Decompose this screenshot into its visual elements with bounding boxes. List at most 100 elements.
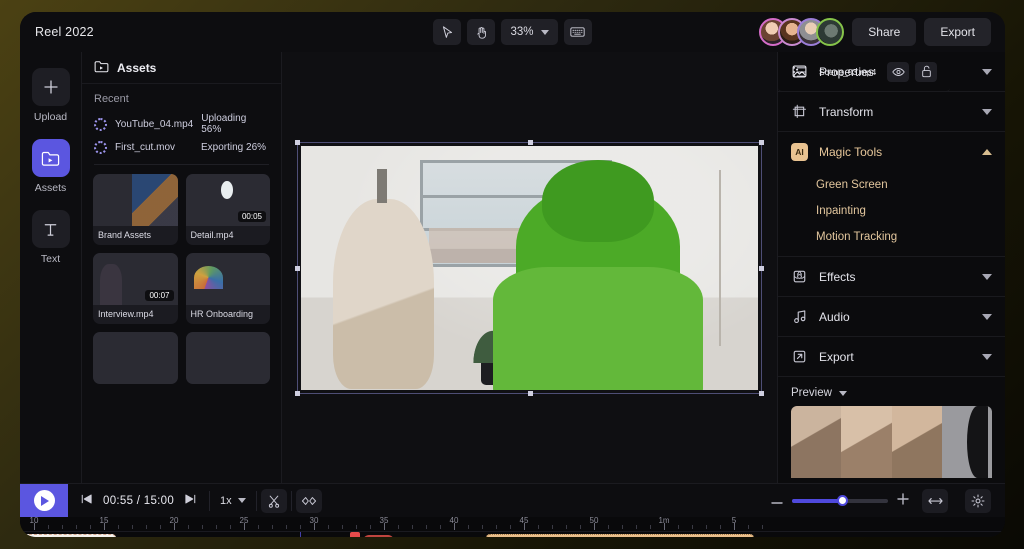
divider xyxy=(290,490,292,511)
rail-item-assets[interactable]: Assets xyxy=(31,139,70,194)
left-rail: Upload Assets Text xyxy=(20,52,82,483)
preview-thumbnails[interactable] xyxy=(791,406,992,478)
rail-item-text[interactable]: Text xyxy=(31,210,70,265)
avatar[interactable] xyxy=(816,18,845,46)
inspector-clip-row[interactable]: Scene_03.mp4 xyxy=(778,52,951,92)
inspector-clip-name: Scene_03.mp4 xyxy=(819,66,877,77)
project-title: Reel 2022 xyxy=(35,25,94,39)
magic-tool-green-screen[interactable]: Green Screen xyxy=(778,172,1005,198)
hand-icon[interactable] xyxy=(467,19,496,45)
timeline-ruler[interactable]: 10 15 20 25 30 35 40 45 50 1m 5 xyxy=(20,517,1005,532)
asset-caption: HR Onboarding xyxy=(190,309,254,319)
asset-card[interactable] xyxy=(185,332,270,384)
image-icon xyxy=(791,64,808,79)
preview-thumbnail xyxy=(791,406,842,478)
chevron-down-icon xyxy=(540,29,549,35)
keyboard-icon[interactable] xyxy=(563,19,592,45)
recent-item-0[interactable]: YouTube_04.mp4 Uploading 56% xyxy=(82,111,281,139)
minus-icon[interactable] xyxy=(771,492,783,510)
resize-handle[interactable] xyxy=(759,139,764,145)
asset-card[interactable]: HR Onboarding xyxy=(185,253,270,324)
asset-duration: 00:05 xyxy=(237,211,266,222)
cursor-arrow-icon[interactable] xyxy=(433,19,462,45)
preview-label: Preview xyxy=(791,387,832,399)
resize-handle[interactable] xyxy=(295,265,300,271)
inspector-section-label: Effects xyxy=(819,269,856,284)
rail-label-text: Text xyxy=(40,253,61,265)
asset-thumbnail: 00:05 xyxy=(185,174,270,226)
resize-handle[interactable] xyxy=(527,139,533,145)
inspector-clip-actions xyxy=(887,61,938,82)
resize-handle[interactable] xyxy=(759,390,764,396)
background-pole xyxy=(719,169,722,346)
eye-icon[interactable] xyxy=(887,61,910,82)
recent-item-1[interactable]: First_cut.mov Exporting 26% xyxy=(82,139,281,158)
recent-item-status: Uploading 56% xyxy=(201,113,247,135)
playback-speed-select[interactable]: 1x xyxy=(210,495,256,507)
collaborator-avatars[interactable] xyxy=(759,18,845,46)
inspector-section-label: Magic Tools xyxy=(819,145,883,159)
scissors-icon[interactable] xyxy=(260,488,287,513)
asset-card[interactable]: 00:05 Detail.mp4 xyxy=(185,174,270,245)
chevron-down-icon xyxy=(237,498,246,503)
asset-card[interactable]: 00:07 Interview.mp4 xyxy=(93,253,178,324)
rail-item-upload[interactable]: Upload xyxy=(31,68,70,123)
asset-caption: Detail.mp4 xyxy=(190,230,234,240)
playhead[interactable] xyxy=(350,532,360,537)
text-t-icon xyxy=(31,210,70,248)
canvas-stage[interactable] xyxy=(282,52,777,483)
magic-tool-motion-tracking[interactable]: Motion Tracking xyxy=(778,224,1005,250)
inspector-section-magic-tools[interactable]: AI Magic Tools xyxy=(778,132,1005,172)
ruler-tick-label: 25 xyxy=(239,517,249,525)
timeline-tracks-area[interactable]: 10 15 20 25 30 35 40 45 50 1m 5 xyxy=(20,517,1005,537)
zoom-level-select[interactable]: 33% xyxy=(501,19,558,45)
inspector-section-export[interactable]: Export xyxy=(778,337,1005,377)
inspector-section-audio[interactable]: Audio xyxy=(778,297,1005,337)
ruler-tick-label: 10 xyxy=(29,517,39,525)
timeline-track[interactable]: Green Screen Video xyxy=(20,532,1005,537)
skip-back-icon[interactable] xyxy=(80,492,93,510)
chevron-down-icon xyxy=(982,273,992,280)
asset-card[interactable] xyxy=(93,332,178,384)
asset-thumbnail xyxy=(185,253,270,305)
asset-caption: Brand Assets xyxy=(98,230,152,240)
chevron-down-icon xyxy=(982,108,992,115)
unlock-icon[interactable] xyxy=(915,61,938,82)
asset-caption: Interview.mp4 xyxy=(98,309,154,319)
plus-icon[interactable] xyxy=(897,492,909,510)
assets-panel-title: Assets xyxy=(117,60,157,75)
magic-tool-inpainting[interactable]: Inpainting xyxy=(778,198,1005,224)
play-button[interactable] xyxy=(20,483,68,518)
inspector-section-label: Export xyxy=(819,349,854,364)
assets-panel-header: Assets xyxy=(82,52,281,84)
preview-header[interactable]: Preview xyxy=(778,377,1005,406)
assets-grid: Brand Assets 00:05 Detail.mp4 00:07 Inte… xyxy=(82,165,281,393)
timeline[interactable]: 10 15 20 25 30 35 40 45 50 1m 5 xyxy=(20,517,1005,537)
ruler-tick-label: 15 xyxy=(99,517,109,525)
timeline-clip-green-screen-video[interactable]: Green Screen Video xyxy=(486,534,754,537)
resize-handle[interactable] xyxy=(295,139,300,145)
transport-bar: 00:55 / 15:00 1x xyxy=(20,483,1005,518)
slider-knob[interactable] xyxy=(836,495,848,506)
resize-handle[interactable] xyxy=(759,265,764,271)
gear-icon[interactable] xyxy=(965,488,991,513)
effects-icon xyxy=(791,269,808,284)
recent-label: Recent xyxy=(94,93,129,105)
top-bar: Reel 2022 33% Share Export xyxy=(20,12,1005,52)
fit-width-icon[interactable] xyxy=(922,488,948,513)
link-toggle-icon[interactable] xyxy=(295,488,322,513)
timeline-marker[interactable]: 00:54 xyxy=(363,535,394,537)
inspector-section-effects[interactable]: Effects xyxy=(778,257,1005,297)
export-arrow-icon xyxy=(791,349,808,364)
share-button[interactable]: Share xyxy=(852,18,917,46)
skip-forward-icon[interactable] xyxy=(184,492,197,510)
inspector-section-transform[interactable]: Transform xyxy=(778,92,1005,132)
resize-handle[interactable] xyxy=(295,390,300,396)
timeline-zoom-slider[interactable] xyxy=(792,495,888,506)
chevron-down-icon xyxy=(982,353,992,360)
export-button[interactable]: Export xyxy=(924,18,991,46)
asset-card[interactable]: Brand Assets xyxy=(93,174,178,245)
resize-handle[interactable] xyxy=(527,390,533,396)
video-viewport[interactable] xyxy=(295,139,764,396)
ruler-tick-label: 20 xyxy=(169,517,179,525)
